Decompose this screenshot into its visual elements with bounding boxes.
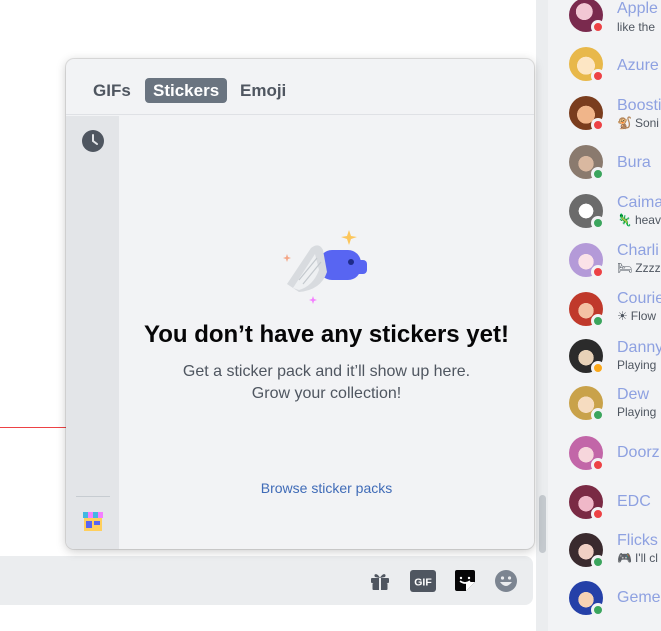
- tab-emoji[interactable]: Emoji: [232, 78, 294, 103]
- member-item[interactable]: Charli 🛏 Zzzz: [548, 241, 661, 285]
- gif-button[interactable]: GIF: [410, 568, 436, 594]
- member-activity: 🛏 Zzzz: [617, 261, 661, 275]
- activity-emoji-icon: 🦎: [617, 213, 632, 227]
- member-item[interactable]: Apple like the: [548, 0, 661, 40]
- recent-stickers-button[interactable]: [81, 129, 105, 153]
- member-activity: 🦎 heav: [617, 213, 661, 227]
- sidebar-separator: [76, 496, 110, 497]
- member-name: Courie: [617, 290, 661, 307]
- empty-state-desc-line-1: Get a sticker pack and it’ll show up her…: [182, 363, 471, 380]
- member-activity: like the: [617, 20, 655, 34]
- emoji-button[interactable]: [493, 568, 519, 594]
- member-item[interactable]: Boosti 🐒 Soni: [548, 94, 661, 138]
- new-messages-divider: [0, 427, 68, 428]
- status-online-icon: [591, 555, 605, 569]
- member-activity-text: Flow: [630, 309, 657, 323]
- status-online-icon: [591, 314, 605, 328]
- member-activity: Playing: [617, 405, 656, 419]
- member-item[interactable]: EDC: [548, 483, 661, 527]
- member-item[interactable]: Azure: [548, 45, 661, 89]
- gif-icon-label: GIF: [414, 577, 432, 589]
- shop-icon: [83, 512, 103, 531]
- member-name: Flicks: [617, 532, 658, 549]
- member-activity: Playing: [617, 358, 656, 372]
- member-activity-text: Playing: [617, 358, 657, 372]
- sticker-icon: [455, 570, 475, 591]
- status-dnd-icon: [591, 265, 605, 279]
- status-dnd-icon: [591, 20, 605, 34]
- sticker-empty-state: You don’t have any stickers yet! Get a s…: [119, 116, 534, 549]
- status-dnd-icon: [591, 69, 605, 83]
- member-activity: ☀ Flow: [617, 309, 656, 323]
- member-name: Boosti: [617, 97, 661, 114]
- browse-sticker-packs-link[interactable]: Browse sticker packs: [119, 480, 534, 496]
- message-composer[interactable]: GIF: [0, 556, 533, 605]
- emoji-icon: [495, 570, 517, 592]
- tab-gifs[interactable]: GIFs: [85, 78, 139, 103]
- gift-button[interactable]: [367, 568, 393, 594]
- clock-icon: [82, 130, 104, 152]
- sticker-category-sidebar: [66, 116, 119, 549]
- status-online-icon: [591, 603, 605, 617]
- member-activity-text: heav: [634, 213, 661, 227]
- member-item[interactable]: Dew Playing: [548, 386, 661, 430]
- member-activity-text: Soni: [634, 116, 659, 130]
- member-item[interactable]: Bura: [548, 143, 661, 187]
- activity-emoji-icon: ☀: [617, 309, 628, 323]
- empty-state-title: You don’t have any stickers yet!: [143, 321, 509, 348]
- sticker-picker-popout: GIFs Stickers Emoji You don’t have any s…: [66, 59, 534, 549]
- activity-emoji-icon: 🎮: [617, 551, 632, 565]
- member-name: Bura: [617, 154, 651, 171]
- member-activity-text: I'll cl: [634, 551, 658, 565]
- member-activity-text: like the: [617, 20, 656, 34]
- member-name: Doorz: [617, 444, 660, 461]
- status-dnd-icon: [591, 507, 605, 521]
- status-online-icon: [591, 167, 605, 181]
- status-online-icon: [591, 216, 605, 230]
- chat-scrollbar-thumb[interactable]: [539, 495, 546, 553]
- member-activity-text: Playing: [617, 405, 657, 419]
- status-dnd-icon: [591, 118, 605, 132]
- member-item[interactable]: Flicks 🎮 I'll cl: [548, 531, 661, 575]
- sticker-button[interactable]: [452, 568, 478, 594]
- picker-header: GIFs Stickers Emoji: [66, 59, 534, 115]
- member-item[interactable]: Doorz: [548, 434, 661, 478]
- status-online-icon: [591, 408, 605, 422]
- member-item[interactable]: Courie ☀ Flow: [548, 290, 661, 334]
- member-item[interactable]: Geme: [548, 579, 661, 623]
- gif-icon: GIF: [410, 570, 436, 592]
- activity-emoji-icon: 🐒: [617, 116, 632, 130]
- member-name: Apple: [617, 0, 658, 17]
- member-item[interactable]: Danny Playing: [548, 339, 661, 383]
- status-idle-icon: [591, 361, 605, 375]
- member-name: Charli: [617, 242, 659, 259]
- member-name: Dew: [617, 386, 650, 403]
- member-name: Danny: [617, 339, 661, 356]
- empty-state-description: Get a sticker pack and it’ll show up her…: [119, 361, 534, 405]
- gift-icon: [371, 574, 389, 590]
- sticker-shop-button[interactable]: [81, 509, 105, 533]
- member-item[interactable]: Caima 🦎 heav: [548, 192, 661, 236]
- empty-state-desc-line-2: Grow your collection!: [251, 385, 402, 402]
- member-activity: 🐒 Soni: [617, 116, 659, 130]
- member-list: Apple like the Azure Boosti 🐒 Soni Bura C…: [548, 0, 661, 631]
- member-activity-text: Zzzz: [635, 261, 661, 275]
- member-name: Caima: [617, 194, 661, 211]
- wumpus-sticker-illustration-icon: [283, 230, 367, 304]
- tab-stickers[interactable]: Stickers: [145, 78, 228, 103]
- activity-emoji-icon: 🛏: [617, 261, 633, 275]
- member-activity: 🎮 I'll cl: [617, 551, 658, 565]
- member-name: Geme: [617, 589, 661, 606]
- member-name: Azure: [617, 57, 659, 74]
- member-name: EDC: [617, 493, 651, 510]
- status-dnd-icon: [591, 458, 605, 472]
